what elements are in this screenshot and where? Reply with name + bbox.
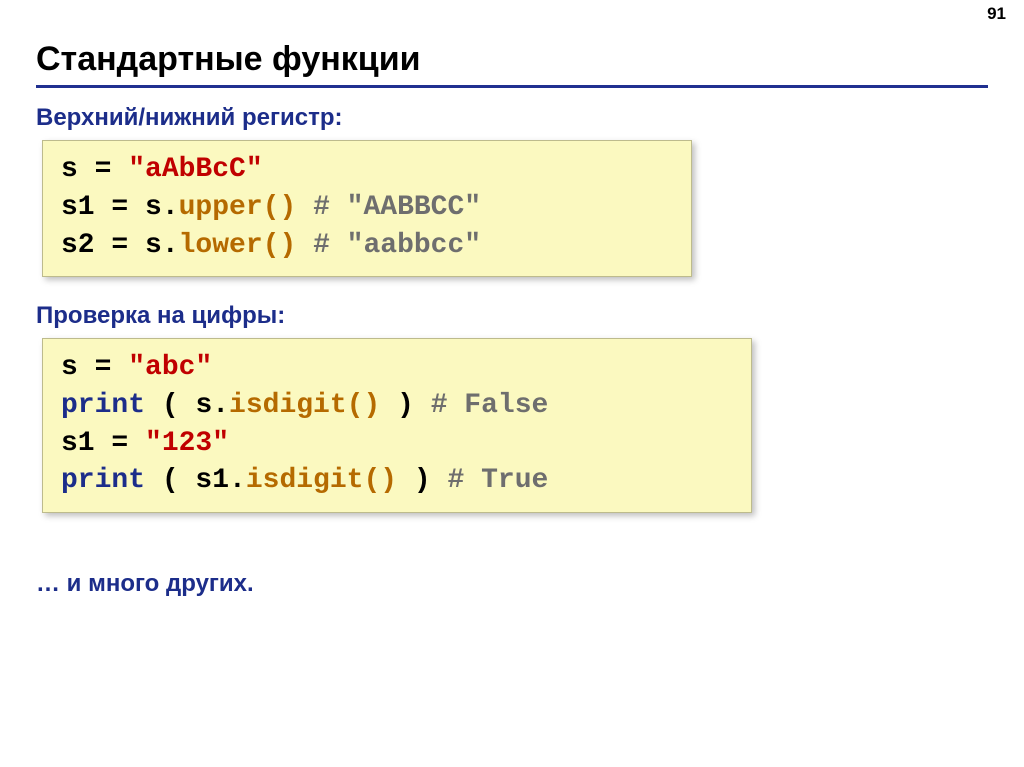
slide-title: Стандартные функции bbox=[36, 40, 988, 88]
code-text: s. bbox=[195, 390, 229, 421]
section-upper-lower: Верхний/нижний регистр: bbox=[36, 104, 343, 132]
code-block-digits: s = "abc" print ( s.isdigit() ) # False … bbox=[42, 338, 752, 513]
code-line: s1 = "123" bbox=[61, 425, 733, 463]
comment: # "aabbcc" bbox=[313, 230, 481, 261]
page-number: 91 bbox=[987, 4, 1006, 24]
code-line: print ( s1.isdigit() ) # True bbox=[61, 462, 733, 500]
code-line: print ( s.isdigit() ) # False bbox=[61, 387, 733, 425]
code-line: s1 = s.upper() # "AABBCC" bbox=[61, 189, 673, 227]
method-call: lower() bbox=[179, 230, 297, 261]
string-literal: "123" bbox=[145, 428, 229, 459]
code-text: s1 = bbox=[61, 428, 145, 459]
code-text bbox=[296, 192, 313, 223]
code-line: s2 = s.lower() # "aabbcc" bbox=[61, 227, 673, 265]
code-text: s = bbox=[61, 352, 128, 383]
code-text bbox=[296, 230, 313, 261]
method-call: upper() bbox=[179, 192, 297, 223]
slide: 91 Стандартные функции Верхний/нижний ре… bbox=[0, 0, 1024, 767]
code-text: ) bbox=[397, 465, 447, 496]
string-literal: "aAbBcC" bbox=[128, 154, 262, 185]
section-more: … и много других. bbox=[36, 570, 254, 598]
code-text: s2 = s. bbox=[61, 230, 179, 261]
string-literal: "abc" bbox=[128, 352, 212, 383]
code-text: ( bbox=[145, 390, 195, 421]
method-call: isdigit() bbox=[229, 390, 380, 421]
comment: # "AABBCC" bbox=[313, 192, 481, 223]
comment: # False bbox=[431, 390, 549, 421]
keyword: print bbox=[61, 390, 145, 421]
section-digits: Проверка на цифры: bbox=[36, 302, 285, 330]
code-text: s1 = s. bbox=[61, 192, 179, 223]
code-text: ) bbox=[380, 390, 430, 421]
code-line: s = "aAbBcC" bbox=[61, 151, 673, 189]
code-line: s = "abc" bbox=[61, 349, 733, 387]
code-block-upper-lower: s = "aAbBcC" s1 = s.upper() # "AABBCC" s… bbox=[42, 140, 692, 277]
comment: # True bbox=[448, 465, 549, 496]
method-call: isdigit() bbox=[246, 465, 397, 496]
code-text: s = bbox=[61, 154, 128, 185]
code-text: ( s1. bbox=[145, 465, 246, 496]
keyword: print bbox=[61, 465, 145, 496]
